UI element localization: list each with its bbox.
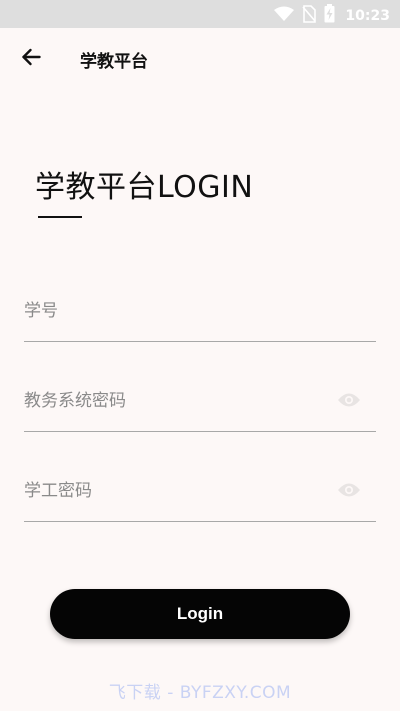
academic-password-input[interactable]	[24, 372, 334, 430]
eye-icon	[337, 392, 361, 412]
academic-password-underline	[24, 431, 376, 432]
arrow-left-icon	[21, 47, 41, 71]
login-heading: 学教平台LOGIN	[35, 170, 254, 205]
heading-underline	[38, 216, 82, 218]
app-bar-title: 学教平台	[80, 52, 148, 72]
academic-password-field	[24, 372, 376, 432]
status-icons: 10:23	[274, 4, 390, 27]
student-affairs-password-input[interactable]	[24, 462, 334, 520]
student-affairs-password-field	[24, 462, 376, 522]
watermark: 飞下载 - BYFZXY.COM	[108, 683, 292, 703]
login-button[interactable]: Login	[50, 589, 350, 639]
student-id-field	[24, 282, 376, 342]
sim-no-signal-icon	[302, 4, 317, 27]
status-bar: 10:23	[0, 0, 400, 28]
student-affairs-password-underline	[24, 521, 376, 522]
battery-charging-icon	[324, 4, 335, 27]
student-id-input[interactable]	[24, 282, 334, 340]
status-time: 10:23	[345, 7, 390, 24]
eye-icon	[337, 482, 361, 502]
wifi-icon	[274, 6, 295, 26]
student-affairs-password-visibility-toggle[interactable]	[336, 479, 362, 505]
back-button[interactable]	[16, 44, 46, 74]
app-bar: 学教平台	[0, 28, 400, 90]
academic-password-visibility-toggle[interactable]	[336, 389, 362, 415]
student-id-underline	[24, 341, 376, 342]
